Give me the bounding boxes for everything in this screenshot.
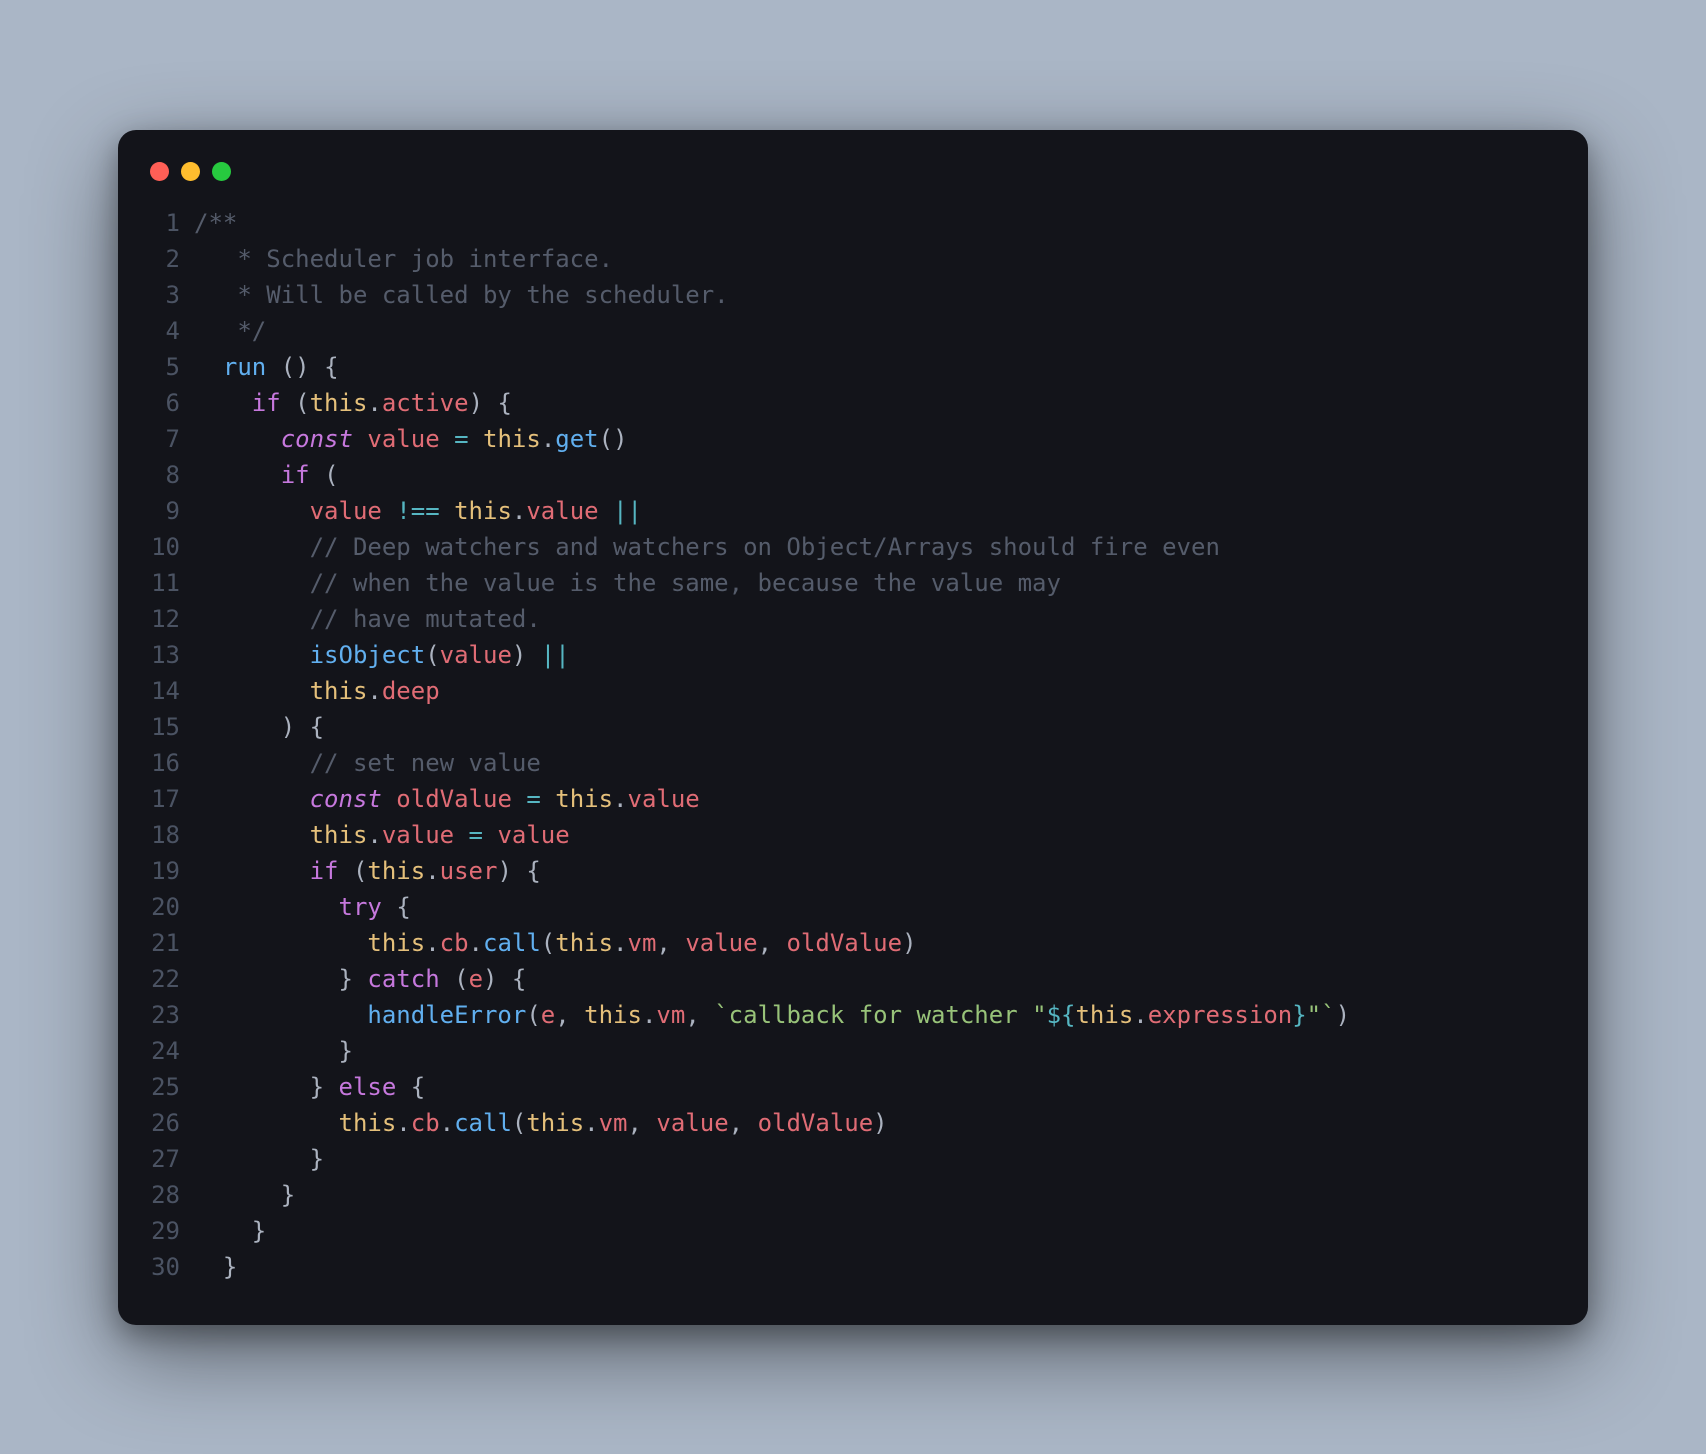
line-number: 20 — [148, 889, 180, 925]
line-number: 7 — [148, 421, 180, 457]
code-line[interactable]: } — [194, 1213, 1350, 1249]
line-number: 9 — [148, 493, 180, 529]
code-line[interactable]: } — [194, 1249, 1350, 1285]
line-number: 10 — [148, 529, 180, 565]
code-line[interactable]: /** — [194, 205, 1350, 241]
line-number: 13 — [148, 637, 180, 673]
code-line[interactable]: * Will be called by the scheduler. — [194, 277, 1350, 313]
code-line[interactable]: this.cb.call(this.vm, value, oldValue) — [194, 1105, 1350, 1141]
line-number: 18 — [148, 817, 180, 853]
code-line[interactable]: try { — [194, 889, 1350, 925]
line-number: 27 — [148, 1141, 180, 1177]
line-number: 3 — [148, 277, 180, 313]
line-number: 25 — [148, 1069, 180, 1105]
line-number: 21 — [148, 925, 180, 961]
code-line[interactable]: * Scheduler job interface. — [194, 241, 1350, 277]
line-number: 5 — [148, 349, 180, 385]
code-content[interactable]: /** * Scheduler job interface. * Will be… — [194, 205, 1350, 1285]
traffic-light-zoom-icon[interactable] — [212, 162, 231, 181]
code-line[interactable]: this.value = value — [194, 817, 1350, 853]
code-line[interactable]: if (this.active) { — [194, 385, 1350, 421]
window-titlebar — [148, 158, 1558, 205]
code-line[interactable]: if ( — [194, 457, 1350, 493]
code-line[interactable]: if (this.user) { — [194, 853, 1350, 889]
line-number: 22 — [148, 961, 180, 997]
line-number: 2 — [148, 241, 180, 277]
code-line[interactable]: value !== this.value || — [194, 493, 1350, 529]
line-number: 12 — [148, 601, 180, 637]
code-line[interactable]: ) { — [194, 709, 1350, 745]
line-number: 17 — [148, 781, 180, 817]
line-number-gutter: 1234567891011121314151617181920212223242… — [148, 205, 194, 1285]
line-number: 30 — [148, 1249, 180, 1285]
line-number: 16 — [148, 745, 180, 781]
code-line[interactable]: handleError(e, this.vm, `callback for wa… — [194, 997, 1350, 1033]
code-line[interactable]: this.cb.call(this.vm, value, oldValue) — [194, 925, 1350, 961]
code-line[interactable]: // when the value is the same, because t… — [194, 565, 1350, 601]
line-number: 23 — [148, 997, 180, 1033]
code-line[interactable]: run () { — [194, 349, 1350, 385]
code-line[interactable]: const oldValue = this.value — [194, 781, 1350, 817]
line-number: 29 — [148, 1213, 180, 1249]
line-number: 1 — [148, 205, 180, 241]
line-number: 14 — [148, 673, 180, 709]
code-editor[interactable]: 1234567891011121314151617181920212223242… — [148, 205, 1558, 1285]
code-line[interactable]: // Deep watchers and watchers on Object/… — [194, 529, 1350, 565]
code-line[interactable]: this.deep — [194, 673, 1350, 709]
code-line[interactable]: } — [194, 1177, 1350, 1213]
traffic-light-close-icon[interactable] — [150, 162, 169, 181]
code-line[interactable]: // set new value — [194, 745, 1350, 781]
code-line[interactable]: const value = this.get() — [194, 421, 1350, 457]
line-number: 4 — [148, 313, 180, 349]
line-number: 6 — [148, 385, 180, 421]
code-line[interactable]: } else { — [194, 1069, 1350, 1105]
code-line[interactable]: } catch (e) { — [194, 961, 1350, 997]
code-line[interactable]: isObject(value) || — [194, 637, 1350, 673]
line-number: 8 — [148, 457, 180, 493]
code-line[interactable]: } — [194, 1141, 1350, 1177]
code-line[interactable]: // have mutated. — [194, 601, 1350, 637]
traffic-light-minimize-icon[interactable] — [181, 162, 200, 181]
line-number: 11 — [148, 565, 180, 601]
line-number: 19 — [148, 853, 180, 889]
code-line[interactable]: */ — [194, 313, 1350, 349]
line-number: 15 — [148, 709, 180, 745]
code-line[interactable]: } — [194, 1033, 1350, 1069]
line-number: 24 — [148, 1033, 180, 1069]
line-number: 28 — [148, 1177, 180, 1213]
code-window: 1234567891011121314151617181920212223242… — [118, 130, 1588, 1325]
line-number: 26 — [148, 1105, 180, 1141]
